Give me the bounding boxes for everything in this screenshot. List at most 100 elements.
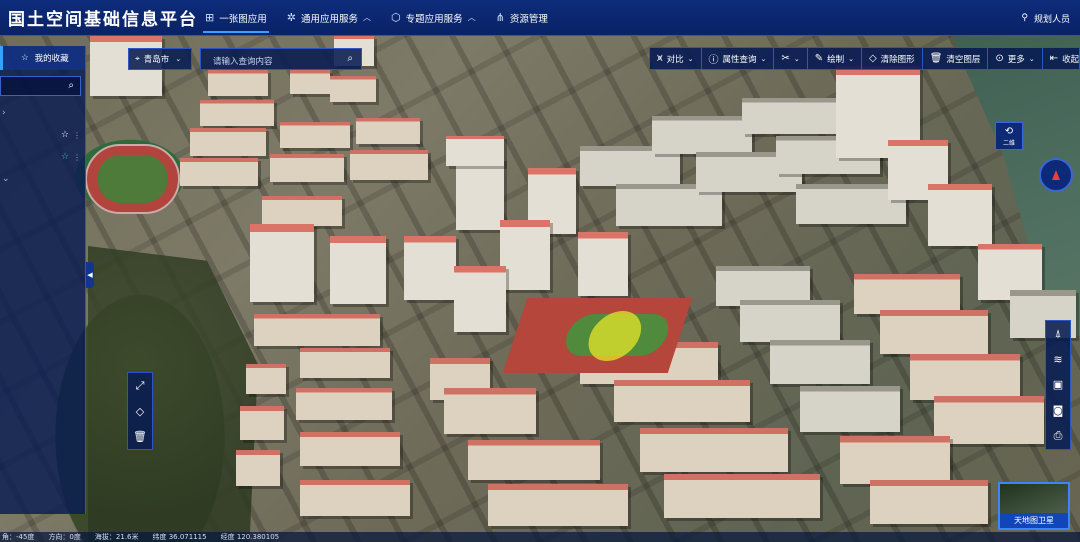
building xyxy=(446,136,504,166)
building xyxy=(740,300,840,342)
caret-left-icon: ◀ xyxy=(87,271,93,279)
eraser-icon: ◇ xyxy=(868,53,877,64)
chevron-up-icon: ︿ xyxy=(467,13,476,22)
compass-needle-icon xyxy=(1052,170,1060,180)
chevron-down-icon: ⌄ xyxy=(687,54,694,63)
building xyxy=(870,480,988,524)
building xyxy=(300,480,410,516)
nav-item-resource-management[interactable]: ⋔ 资源管理 xyxy=(486,0,558,36)
collapse-icon: ⇤ xyxy=(1049,53,1059,64)
clear-graphics-label: 清除图形 xyxy=(880,54,915,65)
network-icon: ✲ xyxy=(286,11,296,24)
basemap-switcher[interactable]: 天地图卫星 xyxy=(998,482,1070,530)
panel-collapse-toggle[interactable]: ◀ xyxy=(86,262,94,288)
search-icon[interactable]: ⌕ xyxy=(347,53,353,64)
clear-layers-label: 清空图层 xyxy=(946,54,981,65)
status-heading: 角：-45度 xyxy=(2,533,35,541)
compare-button[interactable]: ⩙ 对比 ⌄ xyxy=(650,48,702,69)
city-select-value: 青岛市 xyxy=(143,55,170,65)
more-vertical-icon[interactable]: ⋮ xyxy=(73,131,81,140)
building xyxy=(300,348,390,378)
tree-area xyxy=(88,246,258,542)
building xyxy=(454,266,506,332)
main-nav: ⊞ 一张图应用 ✲ 通用应用服务 ︿ ⬡ 专题应用服务 ︿ ⋔ 资源管理 xyxy=(195,0,558,36)
building xyxy=(240,406,284,440)
building xyxy=(356,118,420,144)
chart-icon: ⩙ xyxy=(657,53,663,64)
running-track xyxy=(85,144,180,214)
building xyxy=(488,484,628,526)
eraser-icon[interactable]: ◇ xyxy=(136,405,144,418)
list-item[interactable]: › xyxy=(0,102,85,124)
favorites-search-input[interactable]: ⌕ xyxy=(0,76,81,96)
building xyxy=(500,220,550,290)
attribute-query-label: 属性查询 xyxy=(722,54,757,65)
trash-icon[interactable]: 🗑 xyxy=(133,430,147,443)
building xyxy=(880,310,988,354)
building xyxy=(800,386,900,432)
app-title: 国土空间基础信息平台 xyxy=(8,10,198,30)
building xyxy=(270,154,344,182)
attribute-query-button[interactable]: ⓘ 属性查询 ⌄ xyxy=(702,48,775,69)
building xyxy=(200,100,274,126)
measure-button[interactable]: ✂ ⌄ xyxy=(774,48,808,69)
status-bar: 角：-45度 方向：0度 海拔：21.6米 纬度 36.071115 经度 12… xyxy=(0,532,1080,542)
view-mode-toggle[interactable]: ⟲ 二维 xyxy=(995,122,1023,150)
building xyxy=(742,98,842,134)
nav-item-map[interactable]: ⊞ 一张图应用 xyxy=(195,0,277,36)
list-item[interactable]: ⌄ xyxy=(0,168,85,190)
building xyxy=(254,314,380,346)
favorites-header[interactable]: ☆ 我的收藏 xyxy=(0,46,85,70)
draw-button[interactable]: ✎ 绘制 ⌄ xyxy=(808,48,862,69)
clear-layers-button[interactable]: 🗑 清空图层 xyxy=(923,48,989,69)
building xyxy=(296,388,392,420)
basemap-label: 天地图卫星 xyxy=(1000,513,1068,528)
building xyxy=(640,428,788,472)
save-view-icon[interactable]: ▣ xyxy=(1053,378,1063,391)
measure-angle-icon[interactable]: ⍋ xyxy=(1055,327,1062,341)
chevron-down-icon: ⌄ xyxy=(793,54,800,63)
compare-label: 对比 xyxy=(666,54,684,65)
sports-court xyxy=(502,298,693,373)
building xyxy=(404,236,456,300)
compass[interactable] xyxy=(1039,158,1073,192)
fullscreen-icon[interactable]: ⤢ xyxy=(136,379,145,393)
nav-item-common-services[interactable]: ✲ 通用应用服务 ︿ xyxy=(277,0,381,36)
print-icon[interactable]: ⎙ xyxy=(1054,429,1063,443)
list-item[interactable]: ☆ ⋮ xyxy=(0,124,85,146)
status-longitude: 经度 120.380105 xyxy=(220,533,280,541)
camera-icon[interactable]: ◙ xyxy=(1053,404,1064,417)
star-outline-icon: ☆ xyxy=(21,53,29,63)
star-active-icon[interactable]: ☆ xyxy=(61,152,69,162)
building xyxy=(280,122,350,148)
list-item[interactable]: ☆ ⋮ xyxy=(0,146,85,168)
building xyxy=(910,354,1020,400)
map-search: ⌕ xyxy=(200,48,362,72)
info-icon: ⓘ xyxy=(708,55,719,66)
user-icon: ⚲ xyxy=(1021,13,1028,23)
chevron-down-icon: ⌄ xyxy=(1028,54,1035,63)
more-vertical-icon[interactable]: ⋮ xyxy=(73,153,81,162)
search-input[interactable] xyxy=(201,52,361,72)
layers-icon[interactable]: ≋ xyxy=(1053,353,1062,366)
building xyxy=(190,128,266,156)
view-mode-label: 二维 xyxy=(1002,139,1015,147)
star-icon[interactable]: ☆ xyxy=(61,130,69,140)
building xyxy=(262,196,342,226)
tree-icon: ⋔ xyxy=(495,11,505,24)
chevron-up-icon: ︿ xyxy=(362,13,371,22)
nav-item-label: 一张图应用 xyxy=(219,13,267,25)
building xyxy=(250,224,314,302)
building xyxy=(928,184,992,246)
clear-graphics-button[interactable]: ◇ 清除图形 xyxy=(862,48,923,69)
top-header: 国土空间基础信息平台 ⊞ 一张图应用 ✲ 通用应用服务 ︿ ⬡ 专题应用服务 ︿… xyxy=(0,0,1080,36)
nav-item-thematic-services[interactable]: ⬡ 专题应用服务 ︿ xyxy=(381,0,486,36)
user-menu[interactable]: ⚲ 规划人员 xyxy=(1021,0,1070,36)
map-3d-view[interactable] xyxy=(0,36,1080,542)
building xyxy=(290,70,330,94)
city-select[interactable]: ⌖ 青岛市 ⌄ xyxy=(128,48,192,70)
measure-icon: ✂ xyxy=(781,53,790,64)
collapse-toolbar-button[interactable]: ⇤ 收起 xyxy=(1043,48,1080,69)
more-button[interactable]: ⊙ 更多 ⌄ xyxy=(988,48,1043,69)
nav-item-label: 通用应用服务 xyxy=(300,13,358,25)
